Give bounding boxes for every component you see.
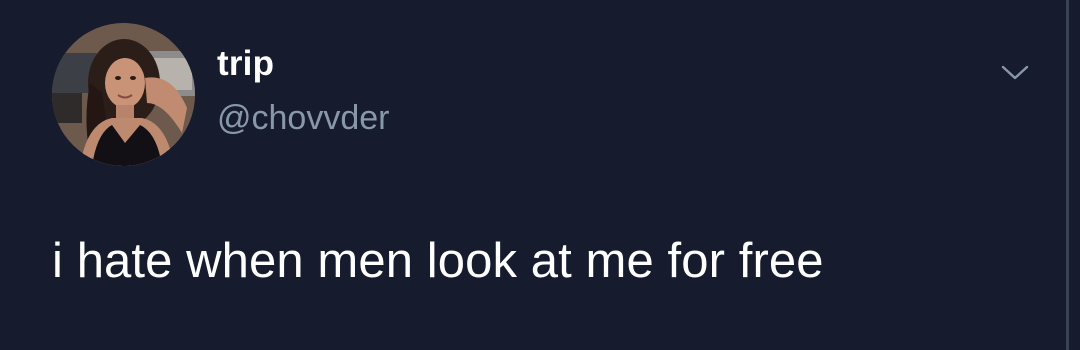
author-display-name[interactable]: trip <box>217 46 274 81</box>
avatar[interactable] <box>52 23 195 166</box>
scrollbar-edge <box>1066 0 1080 350</box>
chevron-down-icon <box>1001 65 1029 80</box>
tweet-menu-button[interactable] <box>997 58 1033 86</box>
profile-photo-icon <box>52 23 195 166</box>
tweet-text: i hate when men look at me for free <box>52 234 824 288</box>
tweet-card: trip @chovvder i hate when men look at m… <box>0 0 1080 350</box>
author-handle[interactable]: @chovvder <box>217 101 389 135</box>
